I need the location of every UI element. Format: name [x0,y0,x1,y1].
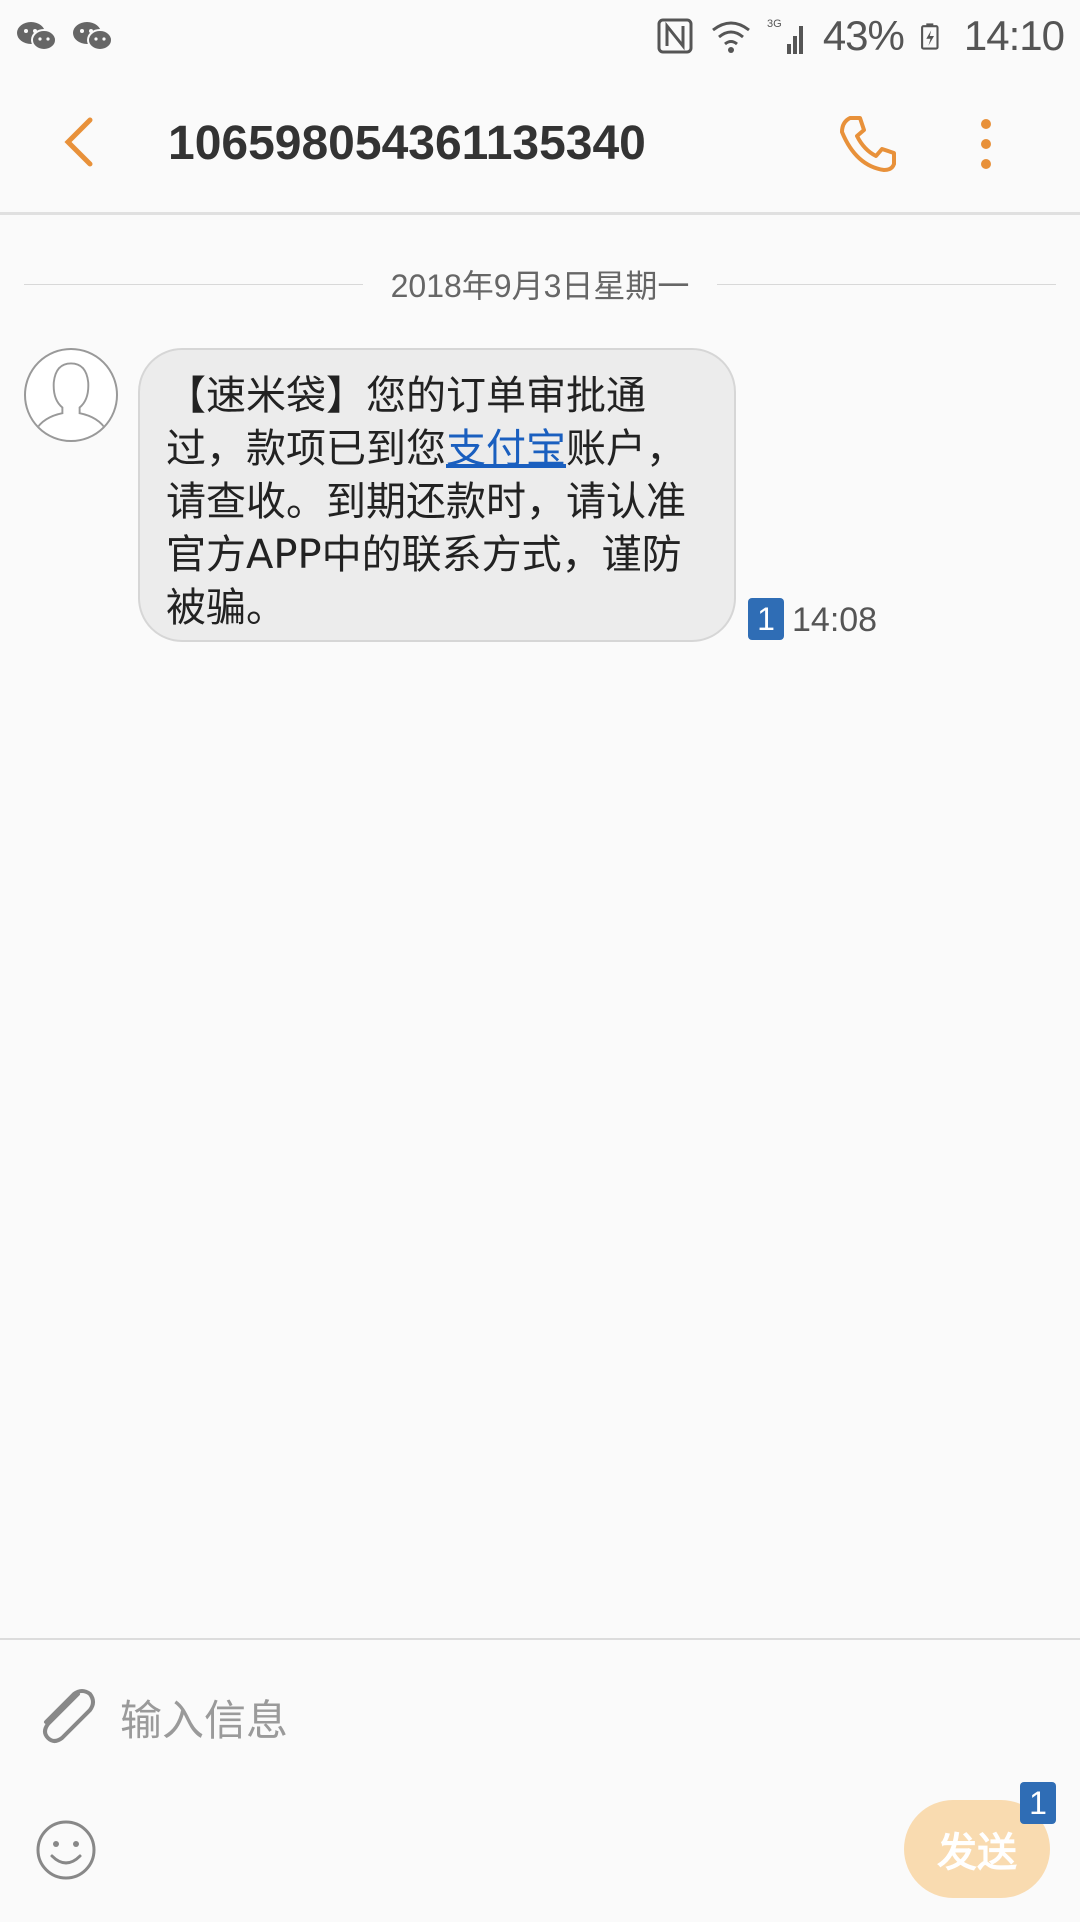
conversation-date: 2018年9月3日星期一 [390,268,690,304]
smiley-icon[interactable] [34,1818,98,1882]
divider-line [717,283,1057,285]
wechat-icon [73,22,113,51]
person-icon [34,362,108,431]
status-time: 14:10 [963,12,1065,59]
battery-percent: 43% [822,12,905,59]
more-vertical-icon[interactable] [958,112,1014,176]
nfc-icon [657,18,693,54]
message-time: 14:08 [792,601,878,639]
wechat-icon [17,22,57,51]
app-bar: 106598054361135340 [0,72,1080,215]
svg-text:3G: 3G [767,18,782,30]
date-divider: 2018年9月3日星期一 [24,260,1057,308]
sim-badge: 1 [1020,1782,1056,1824]
composer: 发送 1 [0,1638,1080,1922]
signal-icon: 3G [767,18,803,54]
divider-line [24,283,363,285]
wifi-icon [711,21,750,53]
status-left [16,20,114,52]
sim-badge: 1 [748,598,784,640]
battery-icon [920,23,939,50]
message-link[interactable]: 支付宝 [446,426,566,472]
status-bar: 3G 43% 14:10 [0,0,1080,72]
status-right: 3G 43% 14:10 [655,12,1065,60]
conversation-title: 106598054361135340 [168,117,646,170]
message-input[interactable] [118,1684,882,1756]
contact-avatar[interactable] [24,348,118,442]
phone-icon[interactable] [836,112,900,176]
message-bubble[interactable]: 【速米袋】您的订单审批通过，款项已到您支付宝账户，请查收。到期还款时，请认准官方… [138,348,736,642]
back-icon[interactable] [50,112,110,172]
paperclip-icon[interactable] [30,1680,100,1750]
